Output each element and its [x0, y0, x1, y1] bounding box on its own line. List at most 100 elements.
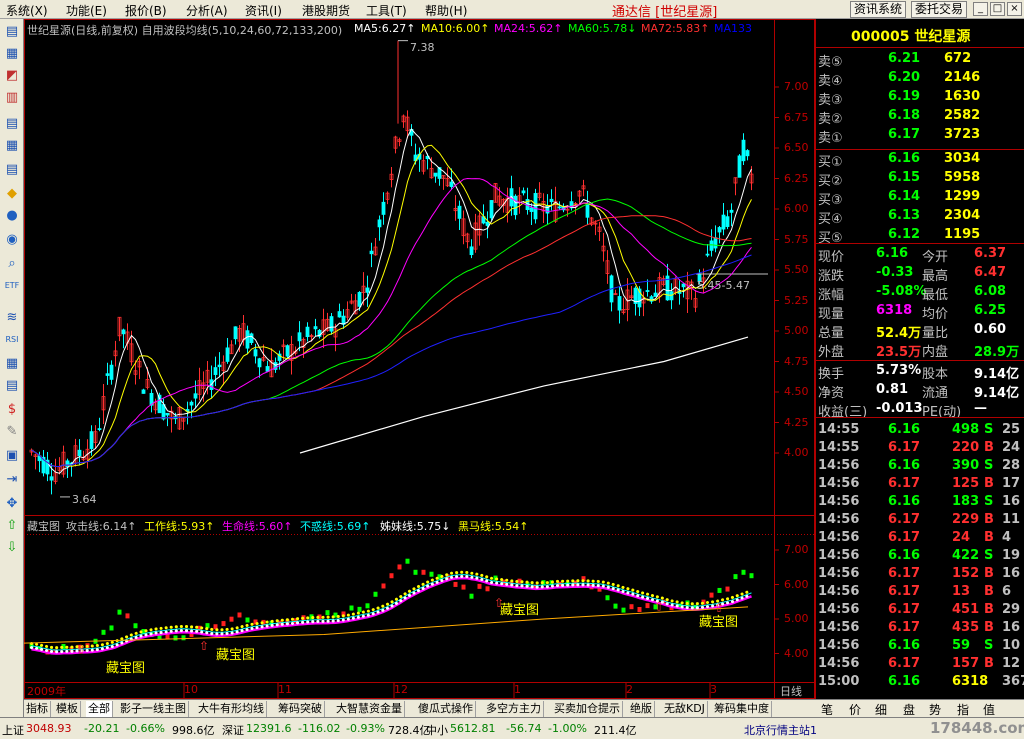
tick-side: B — [984, 530, 994, 545]
bid-price: 6.14 — [888, 189, 921, 204]
candle-body — [313, 326, 318, 330]
info-system-button[interactable]: 资讯系统 — [850, 1, 907, 18]
money-icon[interactable]: $ — [3, 401, 21, 418]
ma10-legend: MA10:6.00↑ — [421, 22, 490, 35]
tab-simple-op[interactable]: 傻瓜式操作 — [416, 701, 476, 717]
tick-row: 14:56 6.17 13 B 6 — [816, 583, 1024, 601]
tab-jueban[interactable]: 绝版 — [628, 701, 655, 717]
sub-bar — [733, 574, 738, 580]
tab-indicator[interactable]: 指标 — [24, 701, 51, 717]
tab-detail[interactable]: 细 — [875, 701, 887, 718]
sub-bar — [397, 564, 402, 570]
tab-shadow-line[interactable]: 影子一线主图 — [118, 701, 189, 717]
stat-label: 内盘 — [922, 345, 949, 360]
menu-info[interactable]: 资讯(I) — [245, 2, 282, 19]
divider — [816, 149, 1024, 150]
bid-row[interactable]: 买⑤ 6.12 1195 — [816, 226, 1024, 246]
kline-icon[interactable]: ▥ — [3, 89, 21, 106]
price-axis-label: 5.25 — [784, 293, 809, 307]
draw-tool-icon[interactable]: ✎ — [3, 423, 21, 440]
kline-chart-svg[interactable]: ⇧ ⇧⇧ ⇧ ⇧ — [24, 19, 815, 699]
period-label[interactable]: 日线 — [780, 683, 802, 699]
minute-chart-icon[interactable]: ▦ — [3, 45, 21, 62]
ask-row[interactable]: 卖② 6.18 2582 — [816, 107, 1024, 127]
bid-row[interactable]: 买① 6.16 3034 — [816, 150, 1024, 170]
bid-row[interactable]: 买② 6.15 5958 — [816, 169, 1024, 189]
trend-icon[interactable]: ◩ — [3, 67, 21, 84]
grid-icon[interactable]: ▦ — [3, 355, 21, 372]
tab-value[interactable]: 值 — [983, 701, 995, 718]
tick-side: S — [984, 458, 994, 473]
tab-chip-breakout[interactable]: 筹码突破 — [276, 701, 325, 717]
tab-trend[interactable]: 势 — [929, 701, 941, 718]
tick-row: 14:56 6.17 125 B 17 — [816, 475, 1024, 493]
sub-bar — [477, 583, 482, 589]
candle-body — [449, 181, 454, 187]
panel-icon[interactable]: ▤ — [3, 377, 21, 394]
menu-help[interactable]: 帮助(H) — [425, 2, 467, 19]
bid-row[interactable]: 买③ 6.14 1299 — [816, 188, 1024, 208]
arrow-down-icon[interactable]: ⇩ — [3, 539, 21, 556]
menu-analysis[interactable]: 分析(A) — [186, 2, 228, 19]
price-axis-label: 6.00 — [784, 202, 809, 215]
sector-icon[interactable]: ◆ — [3, 185, 21, 202]
tick-price: 6.17 — [888, 440, 921, 455]
menu-tools[interactable]: 工具(T) — [366, 2, 407, 19]
tab-buy-sell-hint[interactable]: 买卖加仓提示 — [552, 701, 623, 717]
menu-system[interactable]: 系统(X) — [6, 2, 48, 19]
indicator-icon[interactable]: ≋ — [3, 309, 21, 326]
trade-button[interactable]: 委托交易 — [911, 1, 968, 18]
tab-chip-concentration[interactable]: 筹码集中度 — [712, 701, 772, 717]
sh-label: 上证 — [2, 724, 24, 737]
tab-index[interactable]: 指 — [957, 701, 969, 718]
stat-value: -0.33 — [876, 265, 914, 280]
date-3: 3 — [710, 683, 717, 696]
exit-icon[interactable]: ⇥ — [3, 471, 21, 488]
candle-body — [557, 206, 562, 209]
stat-value: 6.16 — [876, 246, 909, 261]
quote-list-icon[interactable]: ▤ — [3, 23, 21, 40]
tab-bull-ma[interactable]: 大牛有形均线 — [196, 701, 267, 717]
stat-row: 换手 5.73% 股本 9.14亿 — [816, 362, 1024, 382]
tab-book[interactable]: 盘 — [903, 701, 915, 718]
bid-row[interactable]: 买④ 6.13 2304 — [816, 207, 1024, 227]
menu-quote[interactable]: 报价(B) — [125, 2, 167, 19]
ask-row[interactable]: 卖③ 6.19 1630 — [816, 88, 1024, 108]
candle-body — [369, 250, 374, 255]
etf-icon[interactable]: ETF — [3, 277, 21, 294]
hk-icon[interactable]: ◉ — [3, 231, 21, 248]
zx-value: 5612.81 — [450, 722, 496, 735]
arrow-up-icon[interactable]: ⇧ — [3, 517, 21, 534]
ask-volume: 2582 — [944, 108, 981, 123]
news-icon[interactable]: ▤ — [3, 161, 21, 178]
report-icon[interactable]: ▤ — [3, 115, 21, 132]
tab-trades[interactable]: 笔 — [821, 701, 833, 718]
search-icon[interactable]: ⌕ — [3, 255, 21, 272]
ma72-legend: MA72:5.83↑ — [641, 22, 710, 35]
sub-chart-title: 藏宝图 — [27, 520, 60, 533]
sub-bar — [101, 629, 106, 635]
tab-all[interactable]: 全部 — [86, 701, 113, 717]
zx-amount: 211.4亿 — [594, 724, 637, 737]
window-icon[interactable]: ▣ — [3, 447, 21, 464]
menu-hk-futures[interactable]: 港股期货 — [302, 2, 350, 19]
people-icon[interactable]: ● — [3, 207, 21, 224]
rsi-icon[interactable]: RSI — [3, 331, 21, 348]
tab-price[interactable]: 价 — [849, 701, 861, 718]
ask-row[interactable]: 卖① 6.17 3723 — [816, 126, 1024, 146]
tab-dzh-capital[interactable]: 大智慧资金量 — [334, 701, 405, 717]
menu-function[interactable]: 功能(E) — [66, 2, 107, 19]
move-icon[interactable]: ✥ — [3, 495, 21, 512]
sub-axis-label: 6.00 — [784, 577, 809, 591]
minimize-button[interactable]: _ — [973, 2, 988, 16]
ask-row[interactable]: 卖④ 6.20 2146 — [816, 69, 1024, 89]
tab-kdj[interactable]: 无敌KDJ — [662, 701, 708, 717]
kline-chart-area[interactable]: ⇧ ⇧ ⇧ ⇧ ⇧ 世纪星源(日线,前复权) 自用波段均线(5,10,24,60,72,… — [24, 19, 815, 699]
tab-template[interactable]: 模板 — [54, 701, 81, 717]
server-name[interactable]: 北京行情主站1 — [744, 722, 817, 738]
ask-row[interactable]: 卖⑤ 6.21 672 — [816, 50, 1024, 70]
tab-main-force[interactable]: 多空方主力 — [484, 701, 544, 717]
close-button[interactable]: × — [1007, 2, 1022, 16]
table-icon[interactable]: ▦ — [3, 137, 21, 154]
maximize-button[interactable]: □ — [990, 2, 1005, 16]
